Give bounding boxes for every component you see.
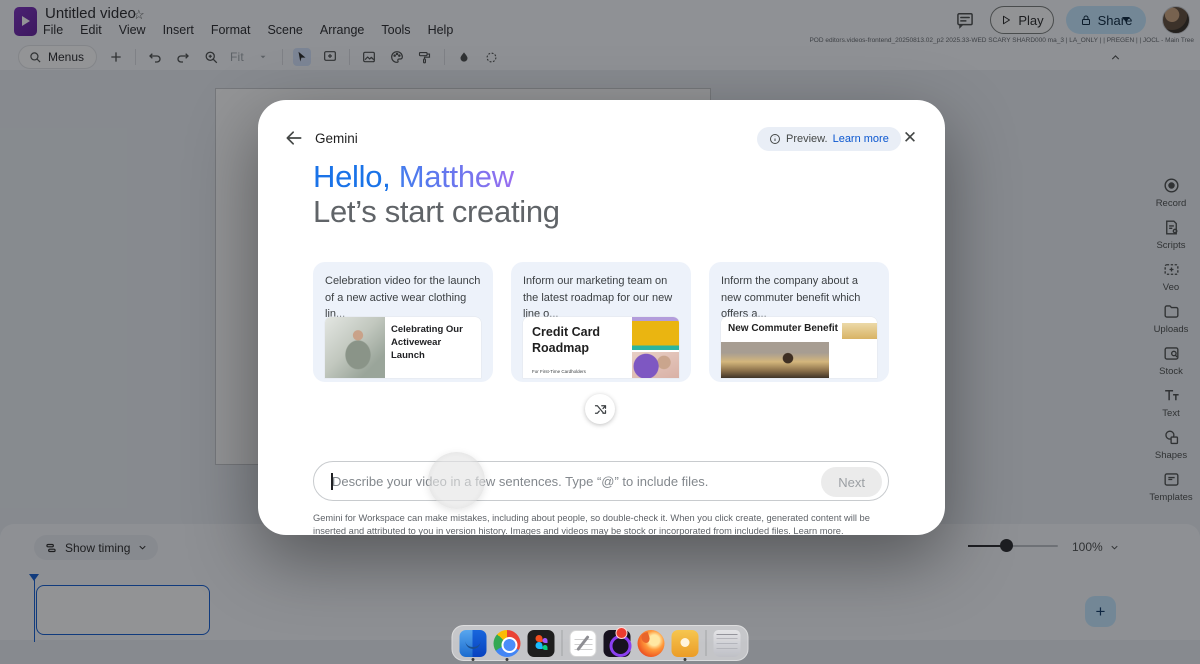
dialog-title: Gemini: [315, 131, 358, 146]
preview-learn-more-link[interactable]: Learn more: [833, 133, 889, 145]
back-arrow-icon[interactable]: [284, 128, 304, 148]
card-preview: Celebrating Our Activewear Launch: [325, 317, 481, 378]
suggestion-card-commuter[interactable]: Inform the company about a new commuter …: [709, 262, 889, 382]
prompt-input-wrap: Next: [313, 461, 889, 501]
preview-badge[interactable]: Preview. Learn more: [757, 127, 901, 151]
cyclist-photo: [721, 342, 829, 378]
activewear-photo: [325, 317, 385, 378]
next-button[interactable]: Next: [821, 467, 882, 497]
suggestion-card-activewear[interactable]: Celebration video for the launch of a ne…: [313, 262, 493, 382]
greeting-subtitle: Let’s start creating: [313, 195, 560, 229]
files-icon[interactable]: [672, 630, 699, 657]
gemini-disclaimer: Gemini for Workspace can make mistakes, …: [313, 512, 879, 539]
info-icon: [769, 133, 781, 145]
shuffle-icon: [593, 402, 608, 417]
suggestion-card-credit-card[interactable]: Inform our marketing team on the latest …: [511, 262, 691, 382]
cursor-click-halo: [428, 452, 485, 509]
trash-icon[interactable]: [714, 630, 741, 657]
prompt-suggestion-cards: Celebration video for the launch of a ne…: [313, 262, 889, 382]
beige-swatch: [842, 323, 877, 339]
dock-separator: [706, 630, 707, 656]
figma-icon[interactable]: [528, 630, 555, 657]
shuffle-suggestions-button[interactable]: [585, 394, 615, 424]
loom-icon[interactable]: [604, 630, 631, 657]
gemini-dialog: Gemini Preview. Learn more ✕ Hello, Matt…: [258, 100, 945, 535]
finder-icon[interactable]: [460, 630, 487, 657]
close-icon[interactable]: ✕: [899, 127, 921, 149]
disclaimer-learn-more-link[interactable]: Learn more.: [793, 526, 843, 536]
prompt-input[interactable]: [332, 463, 772, 499]
chrome-icon[interactable]: [494, 630, 521, 657]
card-preview: New Commuter Benefit: [721, 317, 877, 378]
dock-separator: [562, 630, 563, 656]
card-preview: Credit Card Roadmap For First-Time Cardh…: [523, 317, 679, 378]
greeting-headline: Hello, Matthew: [313, 160, 514, 194]
notes-icon[interactable]: [570, 630, 597, 657]
card-tap-photo: [632, 317, 679, 350]
macos-dock: [452, 625, 749, 661]
firefox-icon[interactable]: [638, 630, 665, 657]
shoppers-photo: [632, 352, 679, 378]
